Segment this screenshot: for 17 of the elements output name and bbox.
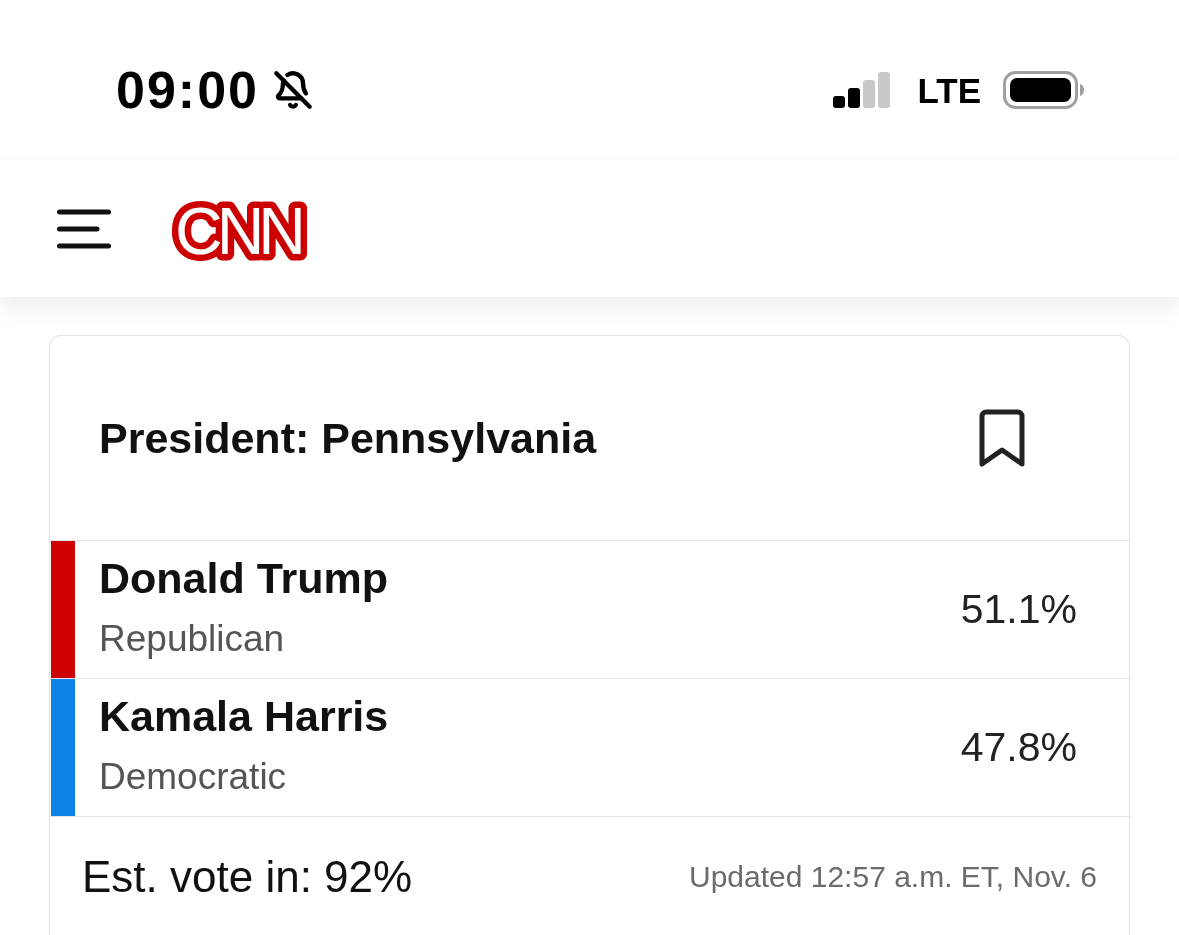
candidate-name: Donald Trump (99, 553, 389, 603)
battery-icon (1003, 71, 1085, 109)
updated-time: Updated 12:57 a.m. ET, Nov. 6 (689, 861, 1097, 892)
vote-percent: 47.8% (960, 727, 1078, 768)
race-title: President: Pennsylvania (99, 416, 597, 460)
status-time: 09:00 (116, 64, 259, 116)
candidate-name: Kamala Harris (99, 691, 389, 741)
bell-muted-icon (273, 70, 313, 110)
menu-icon[interactable] (57, 208, 111, 249)
party-label: Republican (99, 618, 285, 660)
bookmark-icon[interactable] (978, 408, 1026, 468)
party-label: Democratic (99, 756, 287, 798)
vote-percent: 51.1% (960, 589, 1078, 630)
network-label: LTE (917, 72, 981, 108)
signal-icon (833, 72, 892, 108)
logo[interactable]: CNN (168, 195, 308, 262)
vote-in-label: Est. vote in: 92% (82, 854, 413, 899)
